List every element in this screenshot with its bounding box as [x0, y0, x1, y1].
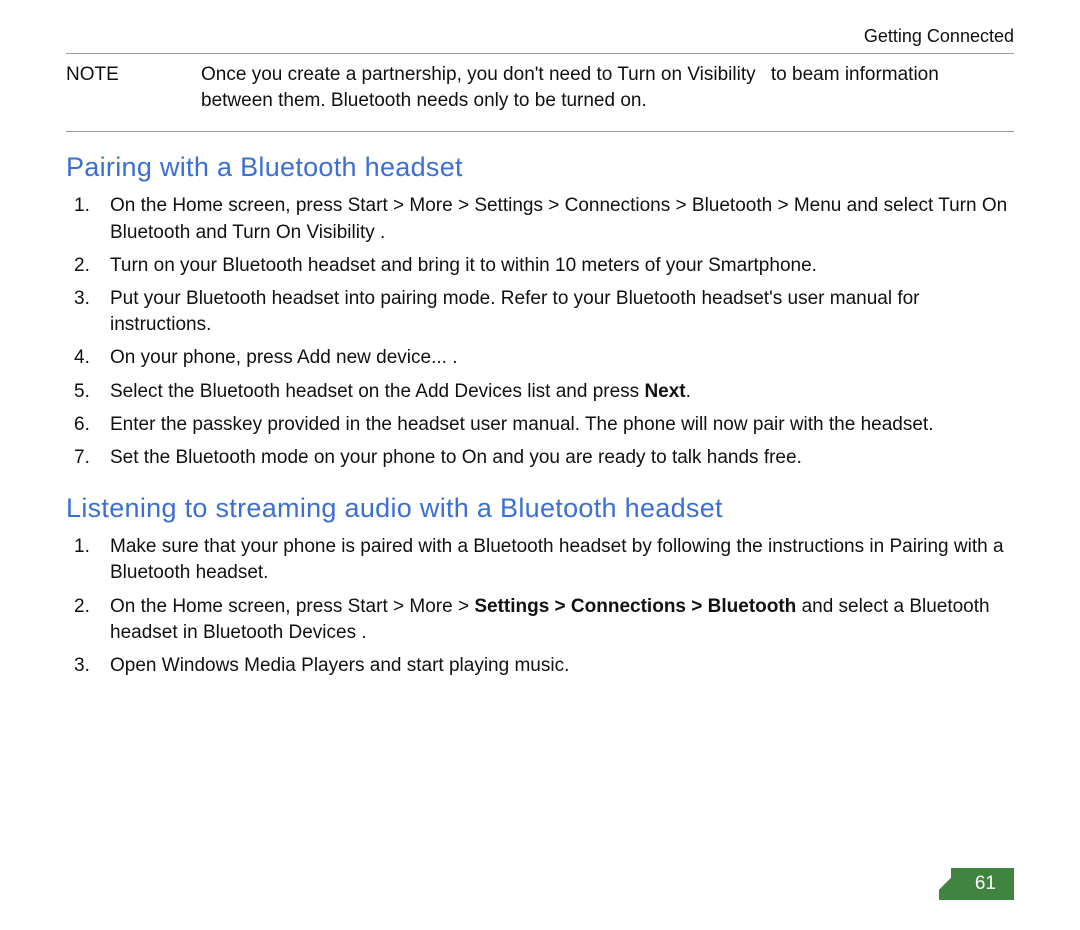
streaming-steps: Make sure that your phone is paired with… [66, 534, 1014, 679]
list-item: Make sure that your phone is paired with… [66, 534, 1014, 586]
note-body: Once you create a partnership, you don't… [201, 62, 1014, 113]
list-item: Open Windows Media Players and start pla… [66, 653, 1014, 679]
note-label: NOTE [66, 62, 201, 113]
list-item: Put your Bluetooth headset into pairing … [66, 286, 1014, 338]
page-number: 61 [951, 868, 1014, 900]
step-bold: Next [644, 381, 685, 402]
list-item: On the Home screen, press Start > More >… [66, 193, 1014, 245]
list-item: Set the Bluetooth mode on your phone to … [66, 445, 1014, 471]
page: Getting Connected NOTE Once you create a… [0, 0, 1080, 930]
note-text-a: Once you create a partnership, you don't… [201, 64, 756, 85]
list-item: Select the Bluetooth headset on the Add … [66, 379, 1014, 405]
running-header: Getting Connected [66, 26, 1014, 54]
step-text: On the Home screen, press Start > More > [110, 596, 474, 617]
heading-streaming: Listening to streaming audio with a Blue… [66, 493, 1014, 524]
note-block: NOTE Once you create a partnership, you … [66, 62, 1014, 132]
list-item: Turn on your Bluetooth headset and bring… [66, 253, 1014, 279]
list-item: On the Home screen, press Start > More >… [66, 594, 1014, 646]
heading-pairing: Pairing with a Bluetooth headset [66, 152, 1014, 183]
list-item: Enter the passkey provided in the headse… [66, 412, 1014, 438]
step-bold: Settings > Connections > Bluetooth [474, 596, 796, 617]
list-item: On your phone, press Add new device... . [66, 345, 1014, 371]
step-text: . [686, 381, 691, 402]
step-text: Select the Bluetooth headset on the Add … [110, 381, 644, 402]
pairing-steps: On the Home screen, press Start > More >… [66, 193, 1014, 471]
